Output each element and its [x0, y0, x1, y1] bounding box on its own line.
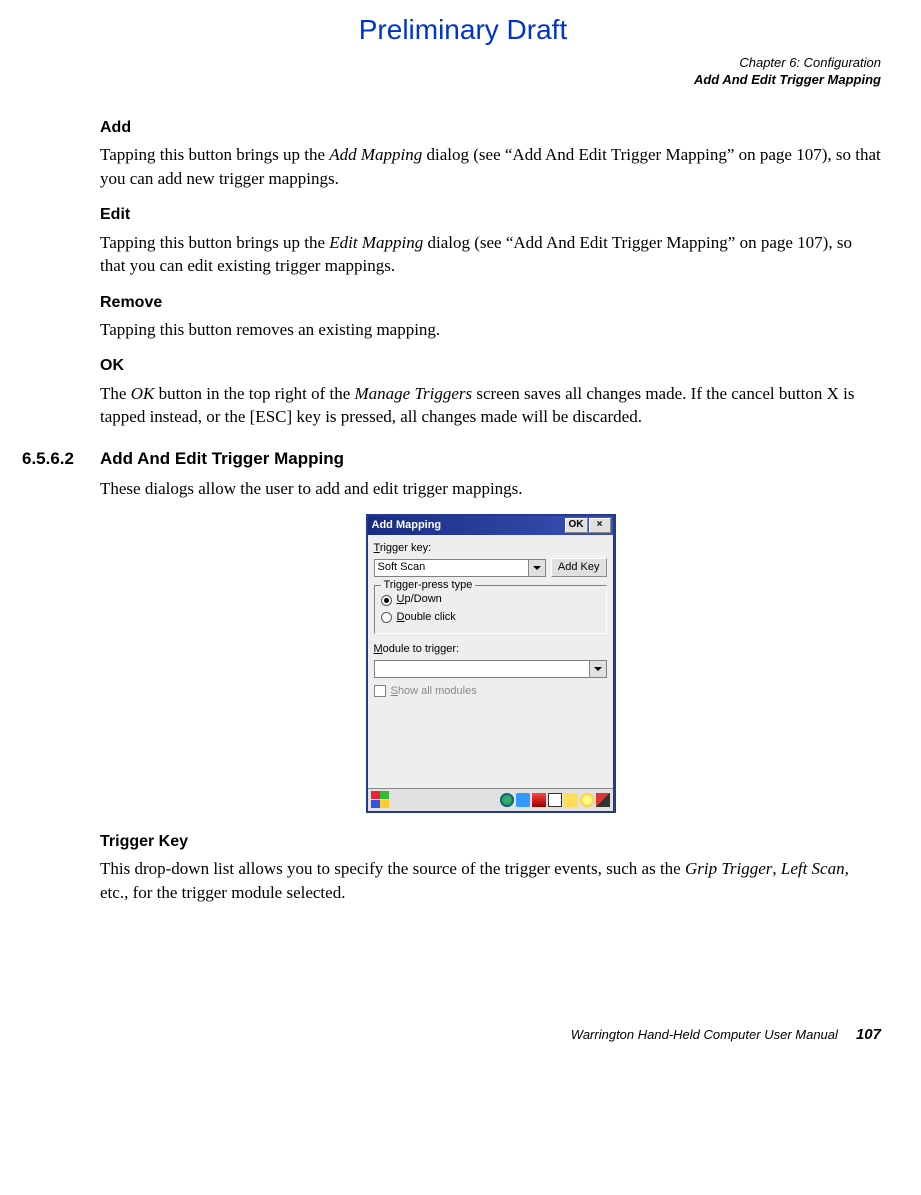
chapter-line: Chapter 6: Configuration — [45, 55, 881, 72]
light-icon[interactable] — [580, 793, 594, 807]
chevron-down-icon — [589, 661, 606, 677]
label-text: rigger key: — [380, 542, 431, 554]
dialog-figure: Add Mapping OK × Trigger key: Soft Scan … — [100, 514, 881, 813]
section-line: Add And Edit Trigger Mapping — [45, 72, 881, 89]
label-text: ouble click — [404, 611, 455, 623]
footer-manual-name: Warrington Hand-Held Computer User Manua… — [571, 1027, 838, 1042]
radio-double-click[interactable] — [381, 612, 392, 623]
paragraph-add: Tapping this button brings up the Add Ma… — [100, 143, 881, 190]
text: Tapping this button brings up the — [100, 233, 329, 252]
dialog-titlebar: Add Mapping OK × — [368, 516, 613, 535]
mnemonic: M — [374, 643, 383, 655]
heading-ok: OK — [100, 355, 881, 377]
trigger-key-dropdown[interactable]: Soft Scan — [374, 559, 546, 577]
globe-icon[interactable] — [500, 793, 514, 807]
paragraph-remove: Tapping this button removes an existing … — [100, 318, 881, 341]
radio-label: Up/Down — [397, 592, 442, 607]
label-text: p/Down — [404, 593, 441, 605]
group-legend: Trigger-press type — [381, 578, 476, 593]
mnemonic: S — [391, 685, 398, 697]
card-icon[interactable] — [548, 793, 562, 807]
paragraph-ok: The OK button in the top right of the Ma… — [100, 382, 881, 429]
label-text: how all modules — [398, 685, 477, 697]
trigger-key-label: Trigger key: — [374, 541, 607, 556]
radio-up-down[interactable] — [381, 595, 392, 606]
text-italic: Left Scan — [781, 859, 845, 878]
page-footer: Warrington Hand-Held Computer User Manua… — [45, 1024, 881, 1045]
label-text: odule to trigger: — [383, 643, 459, 655]
heading-remove: Remove — [100, 292, 881, 314]
battery-icon[interactable] — [532, 793, 546, 807]
system-tray — [500, 793, 610, 807]
text-italic: Manage Triggers — [355, 384, 473, 403]
paragraph-trigger-key: This drop-down list allows you to specif… — [100, 857, 881, 904]
heading-trigger-key: Trigger Key — [100, 831, 881, 853]
heading-add: Add — [100, 117, 881, 139]
page-number: 107 — [856, 1026, 881, 1043]
header-chapter-info: Chapter 6: Configuration Add And Edit Tr… — [45, 55, 881, 89]
text: This drop-down list allows you to specif… — [100, 859, 685, 878]
draft-watermark: Preliminary Draft — [45, 10, 881, 49]
ok-button[interactable]: OK — [565, 518, 588, 533]
section-title: Add And Edit Trigger Mapping — [100, 447, 344, 471]
paragraph-edit: Tapping this button brings up the Edit M… — [100, 231, 881, 278]
chevron-down-icon — [528, 560, 545, 576]
section-number: 6.5.6.2 — [22, 447, 100, 471]
checkbox-label: Show all modules — [391, 684, 477, 699]
folder-icon[interactable] — [564, 793, 578, 807]
heading-edit: Edit — [100, 204, 881, 226]
module-label: Module to trigger: — [374, 642, 607, 657]
text-italic: Add Mapping — [329, 145, 422, 164]
pen-icon[interactable] — [596, 793, 610, 807]
text-italic: Edit Mapping — [329, 233, 423, 252]
show-all-checkbox[interactable] — [374, 685, 386, 697]
add-mapping-dialog: Add Mapping OK × Trigger key: Soft Scan … — [366, 514, 616, 813]
text: , — [772, 859, 781, 878]
trigger-press-type-group: Trigger-press type Up/Down Double click — [374, 585, 607, 634]
text: Tapping this button brings up the — [100, 145, 329, 164]
text: button in the top right of the — [154, 384, 354, 403]
text: The — [100, 384, 131, 403]
start-button[interactable] — [371, 791, 391, 809]
text-italic: Grip Trigger — [685, 859, 772, 878]
dialog-title: Add Mapping — [372, 518, 564, 533]
paragraph-intro: These dialogs allow the user to add and … — [100, 477, 881, 500]
module-dropdown[interactable] — [374, 660, 607, 678]
add-key-button[interactable]: Add Key — [551, 558, 607, 577]
text-italic: OK — [131, 384, 155, 403]
close-button[interactable]: × — [589, 518, 611, 533]
network-icon[interactable] — [516, 793, 530, 807]
dropdown-value: Soft Scan — [378, 560, 426, 575]
radio-label: Double click — [397, 610, 456, 625]
taskbar — [368, 788, 613, 811]
